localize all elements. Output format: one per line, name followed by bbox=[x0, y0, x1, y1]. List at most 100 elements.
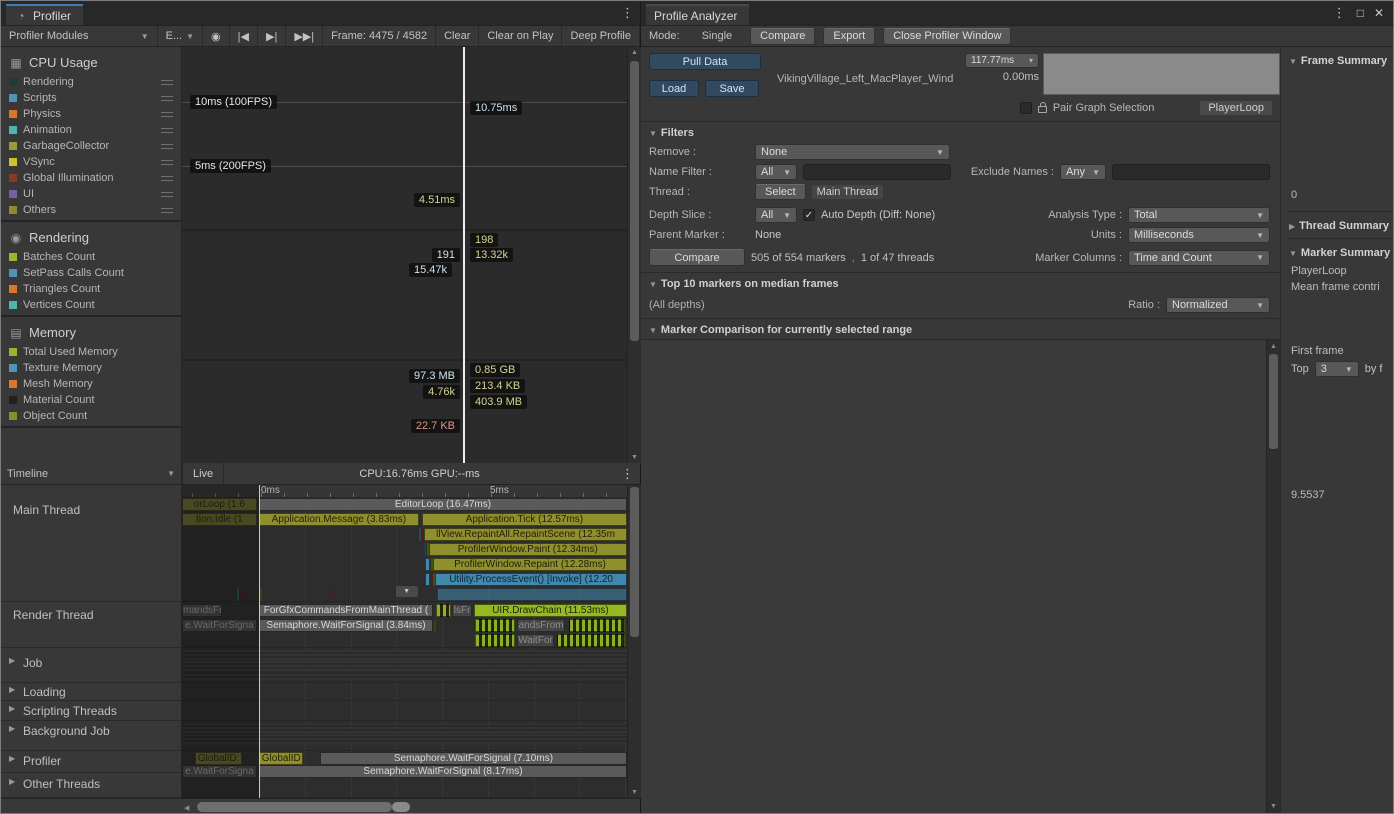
live-button[interactable]: Live bbox=[182, 463, 224, 484]
drag-handle-icon[interactable] bbox=[161, 80, 173, 85]
flame-span[interactable]: ForGfxCommandsFromMainThread ( bbox=[259, 604, 433, 617]
memory-chart[interactable]: 0.85 GB 97.3 MB 213.4 KB 4.76k 403.9 MB … bbox=[182, 361, 627, 461]
flame-span[interactable]: WaitForSig bbox=[517, 634, 553, 647]
flame-span[interactable]: Semaphore.WaitForSignal (7.10ms) bbox=[320, 752, 627, 765]
chevron-right-icon[interactable]: ▶ bbox=[9, 724, 15, 733]
drag-handle-icon[interactable] bbox=[161, 208, 173, 213]
thread-row-loading[interactable]: ▶Loading bbox=[1, 683, 181, 701]
flame-span[interactable]: Utility.ProcessEvent() [Invoke] (12.20 bbox=[435, 573, 627, 586]
top10-header[interactable]: ▼ Top 10 markers on median frames bbox=[641, 273, 1280, 293]
units-dropdown[interactable]: Milliseconds▼ bbox=[1128, 227, 1270, 243]
scroll-left-icon[interactable]: ◀ bbox=[184, 804, 189, 812]
analysis-type-dropdown[interactable]: Total▼ bbox=[1128, 207, 1270, 223]
mode-single[interactable]: Single bbox=[688, 26, 747, 46]
ratio-dropdown[interactable]: Normalized▼ bbox=[1166, 297, 1270, 313]
drag-handle-icon[interactable] bbox=[161, 112, 173, 117]
flame-span[interactable] bbox=[437, 588, 627, 601]
flame-span[interactable]: Semaphore.WaitForSignal (3.84ms) bbox=[259, 619, 433, 632]
cpu-chart[interactable]: 10ms (100FPS) 5ms (200FPS) 10.75ms 4.51m… bbox=[182, 47, 627, 231]
save-button[interactable]: Save bbox=[705, 80, 759, 97]
tab-profiler[interactable]: ◔ Profiler bbox=[6, 4, 83, 25]
flame-span[interactable] bbox=[260, 588, 262, 601]
profiler-chart-column[interactable]: 10ms (100FPS) 5ms (200FPS) 10.75ms 4.51m… bbox=[182, 47, 627, 463]
thread-row-scripting-threads[interactable]: ▶Scripting Threads bbox=[1, 701, 181, 721]
flame-span[interactable]: llView.RepaintAll.RepaintScene (12.35m bbox=[424, 528, 627, 541]
flame-span[interactable]: Semaphore.WaitForSignal (8.17ms) bbox=[259, 765, 627, 778]
close-icon[interactable]: ✕ bbox=[1369, 6, 1389, 20]
table-scroll-thumb[interactable] bbox=[1269, 354, 1278, 449]
legend-item[interactable]: VSync bbox=[1, 154, 181, 170]
mode-compare-button[interactable]: Compare bbox=[750, 28, 815, 45]
clear-button[interactable]: Clear bbox=[436, 26, 479, 46]
thread-row-other-threads[interactable]: ▶Other Threads bbox=[1, 773, 181, 798]
profiler-kebab-icon[interactable]: ⋮ bbox=[615, 5, 640, 21]
chevron-right-icon[interactable]: ▶ bbox=[9, 777, 15, 786]
legend-item[interactable]: Total Used Memory bbox=[1, 344, 181, 360]
next-frame-button[interactable]: ▶| bbox=[258, 26, 286, 46]
flame-span[interactable] bbox=[425, 558, 430, 571]
legend-item[interactable]: UI bbox=[1, 186, 181, 202]
charts-scroll-thumb[interactable] bbox=[630, 61, 639, 341]
thread-row-profiler[interactable]: ▶Profiler bbox=[1, 751, 181, 773]
flame-span[interactable] bbox=[425, 573, 430, 586]
timeline-scroll-thumb[interactable] bbox=[630, 487, 639, 637]
legend-item[interactable]: Animation bbox=[1, 122, 181, 138]
name-filter-mode-dropdown[interactable]: All▼ bbox=[755, 164, 797, 180]
flame-span[interactable]: ProfilerWindow.Paint (12.34ms) bbox=[429, 543, 627, 556]
depth-slice-dropdown[interactable]: All▼ bbox=[755, 207, 797, 223]
record-button[interactable]: ◉ bbox=[203, 26, 230, 46]
flame-span[interactable]: lsFr bbox=[452, 604, 472, 617]
remove-dropdown[interactable]: None▼ bbox=[755, 144, 950, 160]
chevron-right-icon[interactable]: ▶ bbox=[9, 656, 15, 665]
profiler-modules-dropdown[interactable]: Profiler Modules▼ bbox=[1, 26, 158, 46]
export-button[interactable]: Export bbox=[823, 28, 875, 45]
legend-item[interactable]: Material Count bbox=[1, 392, 181, 408]
marker-comparison-header[interactable]: ▼ Marker Comparison for currently select… bbox=[641, 319, 1280, 339]
frame-summary-header[interactable]: ▼ Frame Summary bbox=[1287, 47, 1393, 71]
load-button[interactable]: Load bbox=[649, 80, 699, 97]
flame-span[interactable]: UIR.DrawChain (11.53ms) bbox=[474, 604, 627, 617]
scroll-down-icon[interactable]: ▼ bbox=[628, 454, 641, 461]
legend-item[interactable]: Physics bbox=[1, 106, 181, 122]
auto-depth-checkbox[interactable]: ✓ bbox=[803, 209, 815, 221]
exclude-mode-dropdown[interactable]: Any▼ bbox=[1060, 164, 1106, 180]
legend-item[interactable]: Batches Count bbox=[1, 249, 181, 265]
close-profiler-window-button[interactable]: Close Profiler Window bbox=[883, 28, 1011, 45]
legend-item[interactable]: Object Count bbox=[1, 408, 181, 424]
selected-frame-line[interactable] bbox=[463, 47, 465, 463]
chevron-right-icon[interactable]: ▶ bbox=[9, 754, 15, 763]
drag-handle-icon[interactable] bbox=[161, 192, 173, 197]
collapse-rows-button[interactable]: ▼ bbox=[396, 586, 418, 597]
flame-span[interactable] bbox=[569, 619, 625, 632]
flame-span[interactable]: Application.Message (3.83ms) bbox=[259, 513, 419, 526]
thread-row-job[interactable]: ▶Job bbox=[1, 648, 181, 683]
current-frame-button[interactable]: ▶▶| bbox=[286, 26, 323, 46]
flame-span[interactable] bbox=[475, 619, 515, 632]
thread-summary-header[interactable]: ▶ Thread Summary bbox=[1287, 212, 1393, 236]
chevron-right-icon[interactable]: ▶ bbox=[9, 685, 15, 694]
legend-item[interactable]: Scripts bbox=[1, 90, 181, 106]
module-header[interactable]: ▤Memory bbox=[1, 321, 181, 344]
thread-row-main-thread[interactable]: Main Thread bbox=[1, 485, 181, 602]
legend-item[interactable]: Mesh Memory bbox=[1, 376, 181, 392]
marker-summary-header[interactable]: ▼ Marker Summary bbox=[1287, 239, 1393, 263]
legend-item[interactable]: Rendering bbox=[1, 74, 181, 90]
top-n-dropdown[interactable]: 3▼ bbox=[1315, 361, 1359, 377]
drag-handle-icon[interactable] bbox=[161, 144, 173, 149]
legend-item[interactable]: GarbageCollector bbox=[1, 138, 181, 154]
flame-span[interactable]: ProfilerWindow.Repaint (12.28ms) bbox=[433, 558, 627, 571]
scroll-up-icon[interactable]: ▲ bbox=[628, 49, 641, 56]
legend-item[interactable]: Vertices Count bbox=[1, 297, 181, 313]
filters-header[interactable]: ▼ Filters bbox=[641, 122, 1280, 142]
flame-span[interactable]: andsFrom bbox=[517, 619, 565, 632]
analyzer-kebab-icon[interactable]: ⋮ bbox=[1327, 5, 1352, 21]
flame-span[interactable] bbox=[475, 634, 515, 647]
flame-span[interactable] bbox=[436, 604, 451, 617]
pull-data-button[interactable]: Pull Data bbox=[649, 53, 761, 70]
timeline-view-dropdown[interactable]: Timeline ▼ bbox=[1, 463, 182, 484]
clear-on-play-button[interactable]: Clear on Play bbox=[479, 26, 562, 46]
legend-item[interactable]: Global Illumination bbox=[1, 170, 181, 186]
rendering-chart[interactable]: 198 191 13.32k 15.47k bbox=[182, 231, 627, 361]
thread-row-render-thread[interactable]: Render Thread bbox=[1, 602, 181, 648]
flame-span[interactable] bbox=[332, 588, 334, 601]
